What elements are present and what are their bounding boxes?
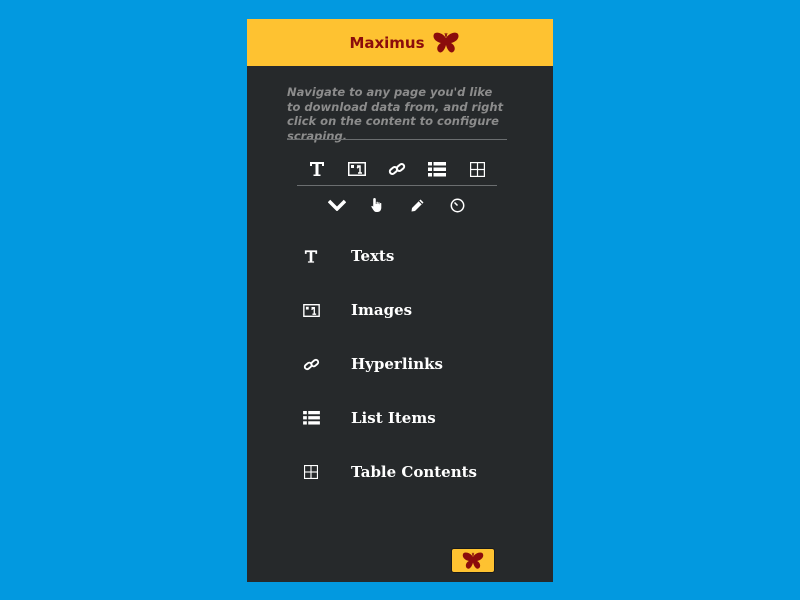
pencil-icon	[410, 198, 425, 213]
menu-item-label: List Items	[351, 409, 436, 427]
menu-item-label: Hyperlinks	[351, 355, 443, 373]
list-icon	[299, 407, 323, 429]
clock-icon	[450, 198, 465, 213]
menu-item-table-contents[interactable]: Table Contents	[247, 461, 553, 515]
action-toolbar	[317, 195, 477, 215]
edit-button[interactable]	[397, 193, 437, 217]
panel-header: Maximus	[247, 19, 553, 66]
link-icon	[299, 353, 323, 375]
menu-item-texts[interactable]: Texts	[247, 245, 553, 299]
image-icon	[299, 299, 323, 321]
hand-pointer-icon	[371, 197, 383, 213]
list-icon	[428, 161, 446, 177]
table-tool-button[interactable]	[457, 157, 497, 181]
table-icon	[469, 161, 485, 177]
text-tool-button[interactable]	[297, 157, 337, 181]
menu-item-label: Images	[351, 301, 413, 319]
app-title: Maximus	[349, 33, 425, 52]
list-tool-button[interactable]	[417, 157, 457, 181]
divider	[297, 185, 497, 186]
table-icon	[299, 461, 323, 483]
link-tool-button[interactable]	[377, 157, 417, 181]
butterfly-icon	[461, 551, 485, 570]
text-icon	[309, 161, 325, 177]
menu-item-hyperlinks[interactable]: Hyperlinks	[247, 353, 553, 407]
menu-item-images[interactable]: Images	[247, 299, 553, 353]
extension-panel: Maximus Navigate to any page you'd like …	[247, 19, 553, 582]
menu-item-label: Table Contents	[351, 463, 477, 481]
link-icon	[388, 161, 406, 177]
brand: Maximus	[349, 32, 459, 54]
instructions-text: Navigate to any page you'd like to downl…	[287, 85, 504, 143]
maximus-button[interactable]	[451, 548, 495, 573]
chevron-down-icon	[328, 199, 346, 211]
tool-toolbar	[297, 157, 497, 181]
butterfly-icon	[433, 32, 459, 54]
divider	[287, 139, 507, 140]
collapse-button[interactable]	[317, 193, 357, 217]
image-icon	[348, 162, 366, 176]
menu-item-list-items[interactable]: List Items	[247, 407, 553, 461]
image-tool-button[interactable]	[337, 157, 377, 181]
select-element-button[interactable]	[357, 193, 397, 217]
schedule-button[interactable]	[437, 193, 477, 217]
menu-item-label: Texts	[351, 247, 395, 265]
data-type-menu: Texts Images Hyperlinks List Items Table…	[247, 245, 553, 515]
text-icon	[299, 245, 323, 267]
